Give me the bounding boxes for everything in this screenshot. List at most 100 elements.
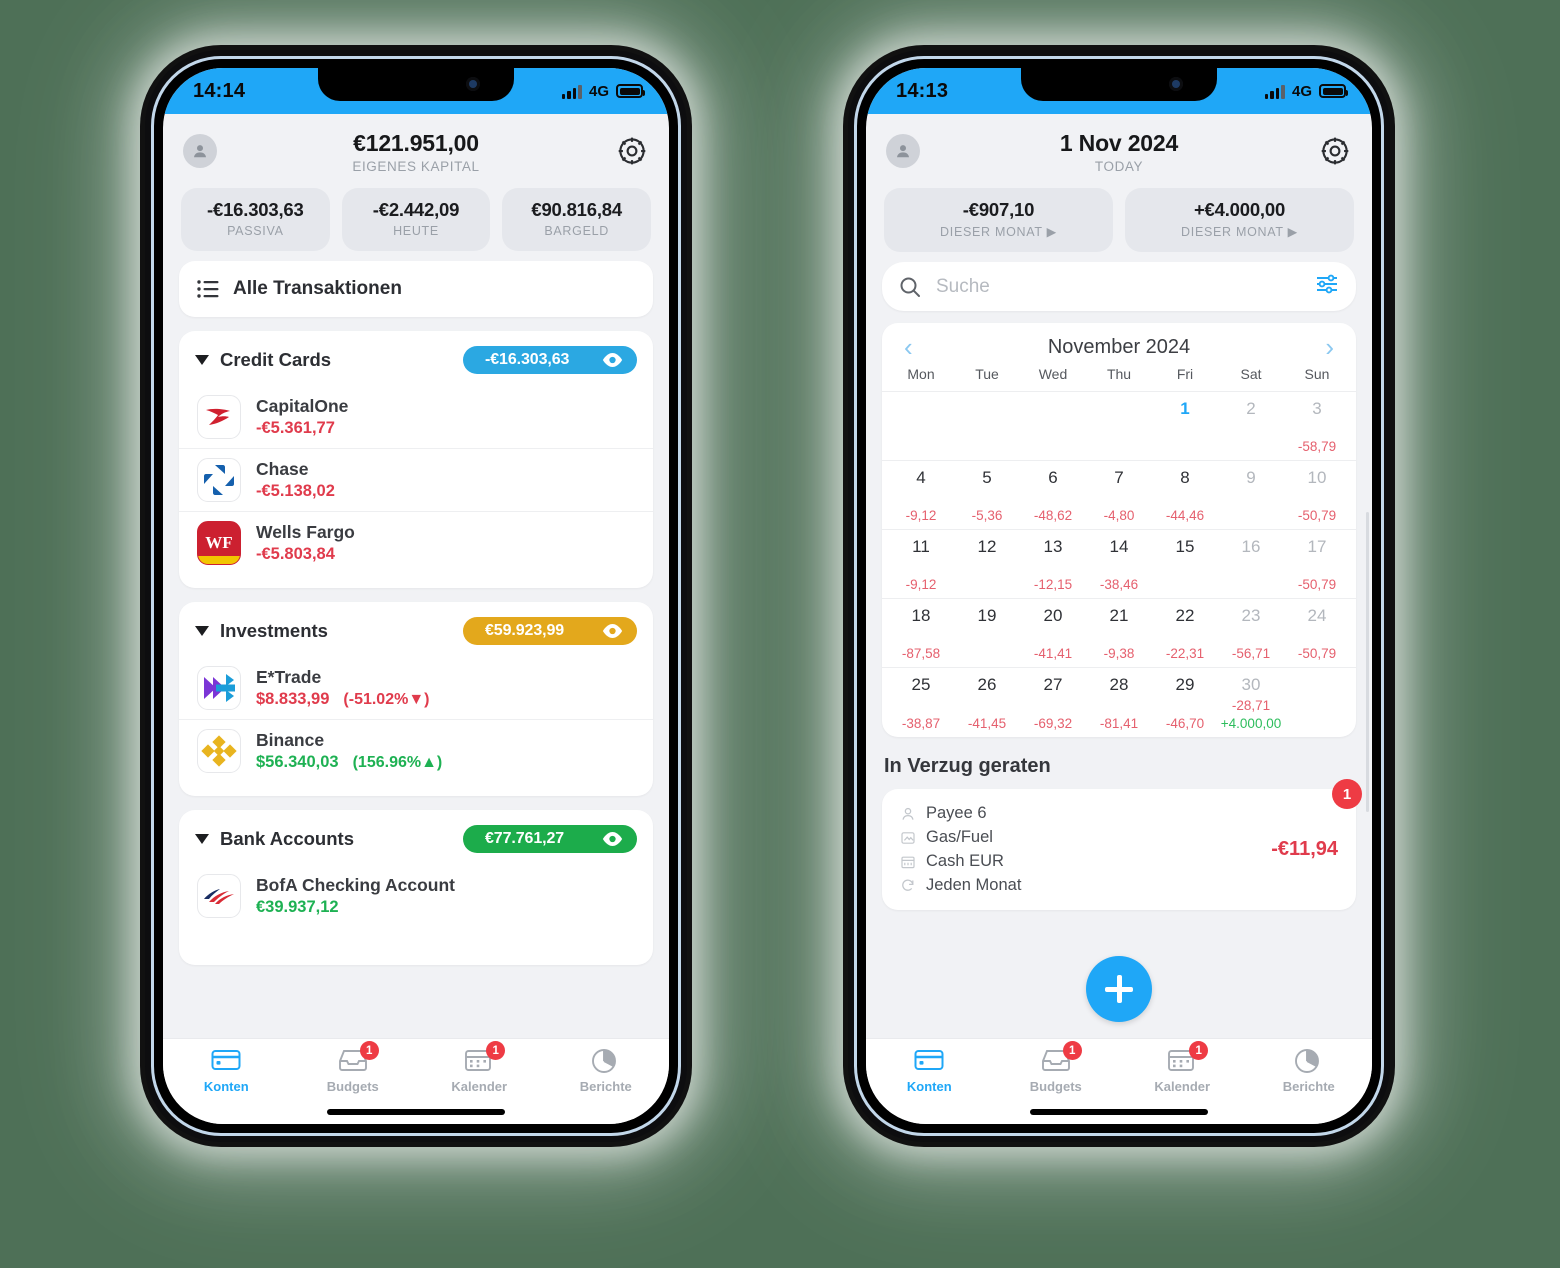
account-balance: $56.340,03 xyxy=(256,753,339,771)
calendar-day-cell[interactable]: 21 -9,38 xyxy=(1086,606,1152,661)
calendar-day-cell[interactable]: 5 -5,36 xyxy=(954,468,1020,523)
calendar-day-cell[interactable]: 8 -44,46 xyxy=(1152,468,1218,523)
calendar-scroll-body[interactable]: Suche ‹ November 2024 › Mon Tue Wed Thu … xyxy=(866,262,1372,1038)
tab-berichte[interactable]: Berichte xyxy=(543,1048,670,1094)
calendar-day-cell[interactable]: 9 xyxy=(1218,468,1284,523)
calendar-day-cell[interactable]: 3 -58,79 xyxy=(1284,399,1350,454)
account-row[interactable]: Chase -€5.138,02 xyxy=(179,448,653,511)
account-name: Chase xyxy=(256,459,309,479)
account-row[interactable]: WF Wells Fargo -€5.803,84 xyxy=(179,511,653,574)
chevron-right-icon[interactable]: › xyxy=(1321,334,1338,360)
section-total-badge[interactable]: €77.761,27 xyxy=(463,825,637,853)
chevron-left-icon[interactable]: ‹ xyxy=(900,334,917,360)
section-header[interactable]: Bank Accounts €77.761,27 xyxy=(179,810,653,865)
calendar-day-cell[interactable]: 4 -9,12 xyxy=(888,468,954,523)
calendar-day-cell[interactable]: 29 -46,70 xyxy=(1152,675,1218,731)
sliders-filter-icon[interactable] xyxy=(1314,273,1340,300)
calendar-day-number: 10 xyxy=(1307,468,1327,487)
account-row[interactable]: CapitalOne -€5.361,77 xyxy=(179,386,653,448)
calendar-day-cell[interactable]: 27 -69,32 xyxy=(1020,675,1086,731)
day-name: Fri xyxy=(1176,366,1194,382)
calendar-day-cell[interactable]: 14 -38,46 xyxy=(1086,537,1152,592)
person-avatar-icon[interactable] xyxy=(183,134,217,168)
summary-chip-bargeld[interactable]: €90.816,84 BARGELD xyxy=(502,188,652,251)
calendar-day-cell[interactable]: 12 xyxy=(954,537,1020,592)
section-total-badge[interactable]: -€16.303,63 xyxy=(463,346,637,374)
wellsfargo-logo-icon: WF xyxy=(197,521,241,565)
caret-down-icon[interactable] xyxy=(195,626,209,636)
tab-budgets[interactable]: 1 Budgets xyxy=(993,1041,1120,1094)
calendar-day-number: 5 xyxy=(982,468,992,487)
calendar-day-cell[interactable]: 2 xyxy=(1218,399,1284,454)
calendar-day-cell[interactable]: 28 -81,41 xyxy=(1086,675,1152,731)
section-header[interactable]: Credit Cards -€16.303,63 xyxy=(179,331,653,386)
calendar-day-amount: -87,58 xyxy=(901,646,941,661)
calendar-day-cell[interactable]: 20 -41,41 xyxy=(1020,606,1086,661)
add-transaction-button[interactable] xyxy=(1086,956,1152,1022)
day-name: Sun xyxy=(1304,366,1330,382)
account-row[interactable]: Binance $56.340,03 (156.96%▲) xyxy=(179,719,653,782)
calendar-day-cell[interactable]: 26 -41,45 xyxy=(954,675,1020,731)
overdue-item-card[interactable]: Payee 6 Gas/Fuel Cash EUR Jeden Monat -€… xyxy=(882,779,1362,910)
calendar-day-cell[interactable]: 25 -38,87 xyxy=(888,675,954,731)
tab-budgets[interactable]: 1 Budgets xyxy=(290,1041,417,1094)
calendar-day-amount: -22,31 xyxy=(1165,646,1205,661)
search-bar[interactable]: Suche xyxy=(882,262,1356,311)
account-row[interactable]: BofA Checking Account €39.937,12 xyxy=(179,865,653,927)
calendar-day-cell[interactable]: 19 xyxy=(954,606,1020,661)
calendar-day-cell[interactable]: 15 xyxy=(1152,537,1218,592)
app-header-left: €121.951,00 EIGENES KAPITAL xyxy=(163,114,669,174)
calendar-header: ‹ November 2024 › xyxy=(882,323,1356,364)
search-input[interactable]: Suche xyxy=(936,276,990,298)
gear-icon[interactable] xyxy=(615,134,649,168)
calendar-day-cell[interactable]: 7 -4,80 xyxy=(1086,468,1152,523)
calendar-day-amount: -50,79 xyxy=(1297,577,1337,592)
screenshot-stage: 14:14 4G €121.951,00 EIGENES KAPITAL -€1… xyxy=(0,0,1560,1268)
calendar-day-cell[interactable]: 18 -87,58 xyxy=(888,606,954,661)
accounts-scroll-body[interactable]: Alle Transaktionen Credit Cards -€16.303… xyxy=(163,261,669,1038)
summary-chip-expenses[interactable]: -€907,10 DIESER MONAT ▶ xyxy=(884,188,1113,252)
account-balance: -€5.361,77 xyxy=(256,419,335,437)
calendar-day-cell[interactable]: 22 -22,31 xyxy=(1152,606,1218,661)
caret-down-icon[interactable] xyxy=(195,355,209,365)
calendar-day-cell[interactable]: 6 -48,62 xyxy=(1020,468,1086,523)
tab-label: Konten xyxy=(203,1079,249,1094)
chip-amount: €90.816,84 xyxy=(531,199,622,220)
search-icon xyxy=(900,277,920,297)
calendar-day-cell[interactable]: 11 -9,12 xyxy=(888,537,954,592)
tab-konten[interactable]: Konten xyxy=(163,1048,290,1094)
summary-chip-income[interactable]: +€4.000,00 DIESER MONAT ▶ xyxy=(1125,188,1354,252)
summary-chip-heute[interactable]: -€2.442,09 HEUTE xyxy=(341,188,491,251)
account-balance: $8.833,99 xyxy=(256,690,330,708)
tab-kalender[interactable]: 1 Kalender xyxy=(1119,1041,1246,1094)
calendar-day-cell[interactable]: 24 -50,79 xyxy=(1284,606,1350,661)
calendar-day-cell[interactable]: 10 -50,79 xyxy=(1284,468,1350,523)
calendar-day-cell[interactable]: 17 -50,79 xyxy=(1284,537,1350,592)
tab-konten[interactable]: Konten xyxy=(866,1048,993,1094)
chip-amount: -€2.442,09 xyxy=(372,199,460,220)
calendar-widget[interactable]: ‹ November 2024 › Mon Tue Wed Thu Fri Sa… xyxy=(882,323,1356,737)
calendar-icon: 1 xyxy=(464,1041,506,1074)
account-row[interactable]: E*Trade $8.833,99 (-51.02%▼) xyxy=(179,657,653,719)
tab-berichte[interactable]: Berichte xyxy=(1246,1048,1373,1094)
calendar-day-cell[interactable]: 23 -56,71 xyxy=(1218,606,1284,661)
calendar-day-amount: -69,32 xyxy=(1033,716,1073,731)
caret-down-icon[interactable] xyxy=(195,834,209,844)
section-total-badge[interactable]: €59.923,99 xyxy=(463,617,637,645)
person-avatar-icon[interactable] xyxy=(886,134,920,168)
gear-icon[interactable] xyxy=(1318,134,1352,168)
calendar-day-number: 7 xyxy=(1114,468,1124,487)
calendar-day-number: 27 xyxy=(1043,675,1063,694)
vertical-scrollbar[interactable] xyxy=(1366,512,1369,812)
notch xyxy=(1021,68,1217,101)
tab-label: Kalender xyxy=(1154,1079,1211,1094)
calendar-day-cell[interactable]: 30 -28,71 +4.000,00 xyxy=(1218,675,1284,731)
calendar-day-cell[interactable]: 13 -12,15 xyxy=(1020,537,1086,592)
section-header[interactable]: Investments €59.923,99 xyxy=(179,602,653,657)
tab-kalender[interactable]: 1 Kalender xyxy=(416,1041,543,1094)
calendar-day-cell[interactable]: 1 xyxy=(1152,399,1218,454)
chip-amount: -€16.303,63 xyxy=(207,199,304,220)
all-transactions-row[interactable]: Alle Transaktionen xyxy=(179,261,653,317)
calendar-day-cell[interactable]: 16 xyxy=(1218,537,1284,592)
summary-chip-passiva[interactable]: -€16.303,63 PASSIVA xyxy=(181,188,330,251)
